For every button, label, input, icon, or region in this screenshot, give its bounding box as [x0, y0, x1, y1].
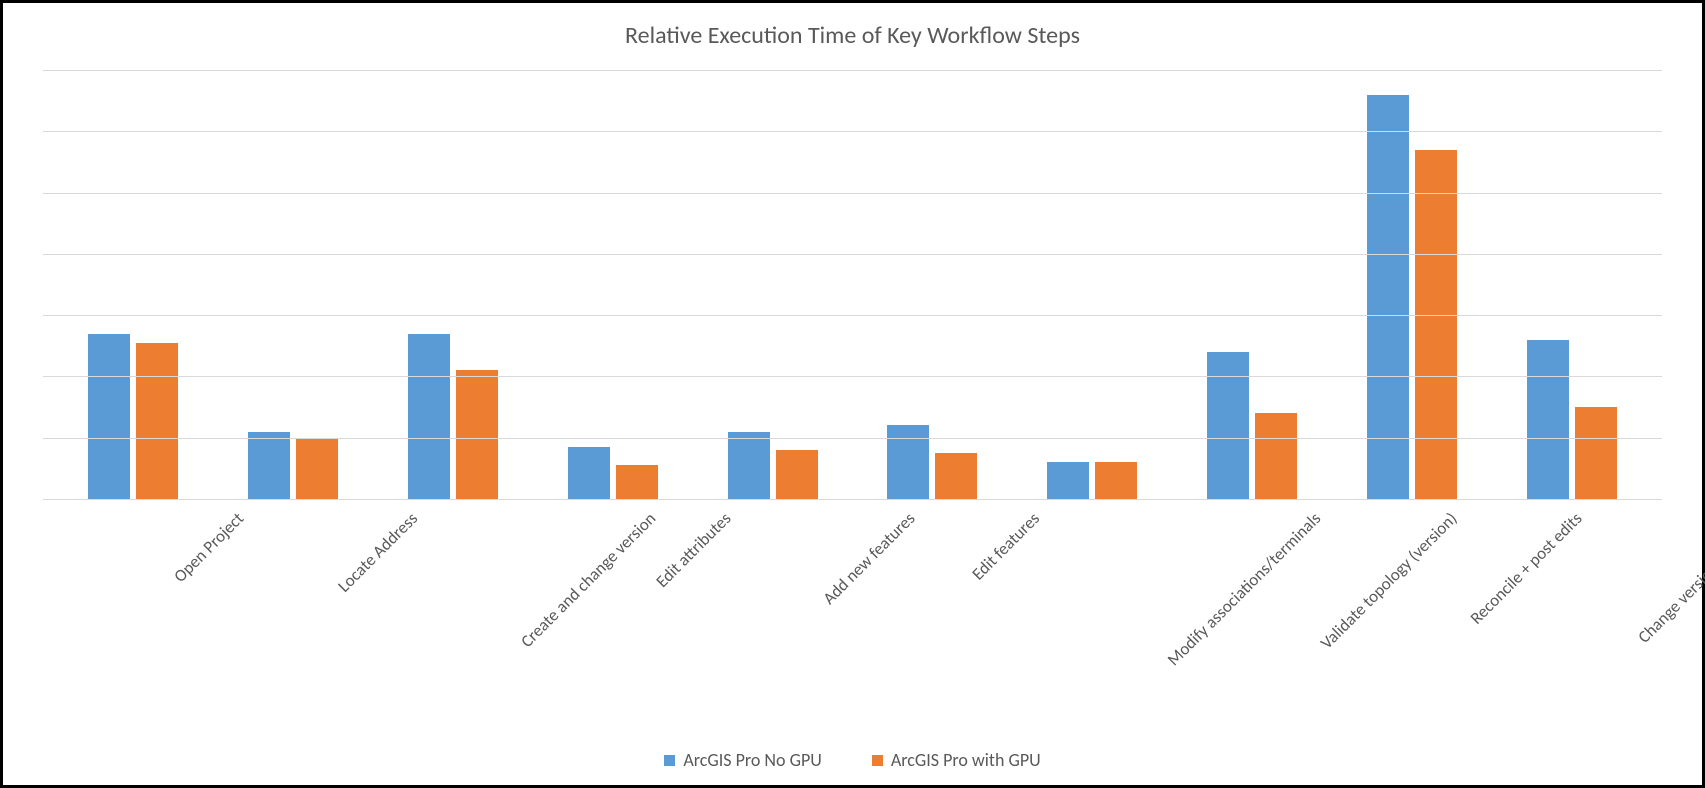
x-label-wrap: Edit attributes: [533, 500, 693, 700]
legend-swatch-icon: [872, 755, 883, 766]
x-label-wrap: Validate topology (version): [1172, 500, 1332, 700]
legend-item-no-gpu: ArcGIS Pro No GPU: [664, 749, 822, 771]
bar: [456, 370, 498, 499]
bar: [296, 438, 338, 499]
gridline: [43, 438, 1662, 439]
bar-group: [533, 70, 693, 499]
chart-title: Relative Execution Time of Key Workflow …: [43, 21, 1662, 50]
bar-group: [213, 70, 373, 499]
gridline: [43, 193, 1662, 194]
x-label-wrap: Reconcile + post edits: [1332, 500, 1492, 700]
bar-group: [1332, 70, 1492, 499]
bar: [776, 450, 818, 499]
bar: [88, 334, 130, 499]
gridline: [43, 315, 1662, 316]
x-label-wrap: Edit features: [853, 500, 1013, 700]
bar-group: [853, 70, 1013, 499]
legend-label: ArcGIS Pro No GPU: [683, 749, 822, 771]
bar: [248, 432, 290, 499]
bar: [1415, 150, 1457, 499]
x-axis-labels: Open ProjectLocate AddressCreate and cha…: [43, 500, 1662, 700]
bar: [616, 465, 658, 499]
gridline: [43, 70, 1662, 71]
gridline: [43, 131, 1662, 132]
bar-group: [1172, 70, 1332, 499]
legend-label: ArcGIS Pro with GPU: [891, 749, 1041, 771]
bar: [1255, 413, 1297, 499]
bar: [1095, 462, 1137, 499]
bar: [568, 447, 610, 499]
bar: [728, 432, 770, 499]
bar: [887, 425, 929, 499]
gridline: [43, 376, 1662, 377]
bar-group: [373, 70, 533, 499]
bar: [1207, 352, 1249, 499]
bar: [1527, 340, 1569, 499]
bar-group: [53, 70, 213, 499]
bar: [1047, 462, 1089, 499]
bar: [136, 343, 178, 499]
legend-item-with-gpu: ArcGIS Pro with GPU: [872, 749, 1041, 771]
legend-swatch-icon: [664, 755, 675, 766]
plot-area: [43, 70, 1662, 500]
x-label-wrap: Open Project: [53, 500, 213, 700]
x-label-wrap: Add new features: [693, 500, 853, 700]
chart-frame: Relative Execution Time of Key Workflow …: [0, 0, 1705, 788]
x-label-wrap: Create and change version: [373, 500, 533, 700]
x-axis-label: Change version to default: [1634, 508, 1705, 647]
bar: [408, 334, 450, 499]
x-label-wrap: Change version to default: [1492, 500, 1652, 700]
bar-group-container: [43, 70, 1662, 499]
bar: [1575, 407, 1617, 499]
x-label-wrap: Locate Address: [213, 500, 373, 700]
gridline: [43, 254, 1662, 255]
bar-group: [1492, 70, 1652, 499]
legend: ArcGIS Pro No GPU ArcGIS Pro with GPU: [3, 749, 1702, 771]
bar-group: [693, 70, 853, 499]
bar-group: [1012, 70, 1172, 499]
x-label-wrap: Modify associations/terminals: [1012, 500, 1172, 700]
bar: [935, 453, 977, 499]
